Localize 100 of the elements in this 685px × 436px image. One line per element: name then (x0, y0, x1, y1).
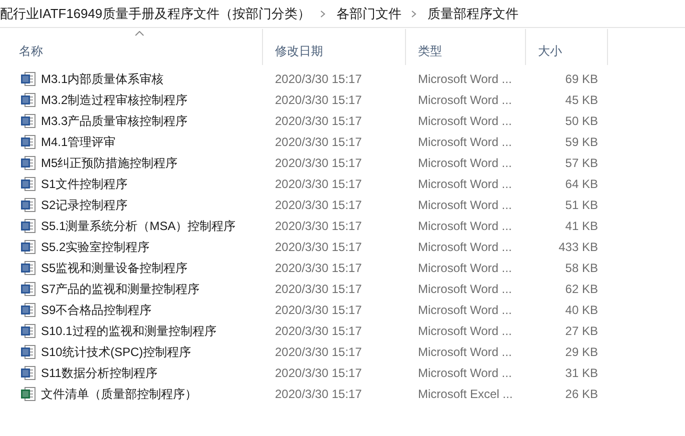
file-name: S5.1测量系统分析（MSA）控制程序 (41, 218, 236, 234)
file-type: Microsoft Word ... (418, 156, 512, 170)
file-type: Microsoft Word ... (418, 240, 512, 254)
file-size: 57 KB (565, 156, 598, 170)
file-name: S10统计技术(SPC)控制程序 (41, 344, 192, 360)
file-size: 26 KB (565, 386, 598, 400)
file-type: Microsoft Word ... (418, 282, 512, 296)
breadcrumb-item[interactable]: 质量部程序文件 (427, 4, 518, 24)
modified-date: 2020/3/30 15:17 (275, 134, 362, 148)
file-size: 62 KB (565, 282, 598, 296)
file-name: S1文件控制程序 (41, 176, 128, 192)
modified-date: 2020/3/30 15:17 (275, 92, 362, 106)
file-size: 50 KB (565, 114, 598, 128)
word-document-icon (20, 238, 36, 254)
file-name: S5.2实验室控制程序 (41, 238, 150, 256)
file-row[interactable]: S11数据分析控制程序 2020/3/30 15:17 Microsoft Word ... 31 KB (7, 362, 685, 383)
file-row[interactable]: S7产品的监视和测量控制程序 2020/3/30 15:17 Microsoft Word ... 62 KB (7, 278, 685, 299)
column-header[interactable]: 名称 (7, 29, 263, 65)
file-size: 51 KB (565, 198, 598, 212)
modified-date: 2020/3/30 15:17 (275, 344, 362, 358)
file-row[interactable]: S10统计技术(SPC)控制程序 2020/3/30 15:17 Microsoft Word ... 29 KB (7, 341, 685, 362)
file-type: Microsoft Word ... (418, 176, 512, 190)
breadcrumb-item[interactable]: 配行业IATF16949质量手册及程序文件（按部门分类） (0, 4, 310, 24)
modified-date: 2020/3/30 15:17 (275, 198, 362, 212)
file-size: 58 KB (565, 260, 598, 274)
file-type: Microsoft Excel ... (418, 386, 513, 400)
file-name: S2记录控制程序 (41, 196, 128, 214)
word-document-icon (20, 322, 36, 338)
file-name: S9不合格品控制程序 (41, 302, 152, 318)
word-document-icon (20, 344, 36, 360)
modified-date: 2020/3/30 15:17 (275, 156, 362, 170)
chevron-right-icon (320, 10, 326, 18)
file-type: Microsoft Word ... (418, 218, 512, 232)
word-document-icon (20, 154, 36, 170)
file-row[interactable]: 文件清单（质量部控制程序） 2020/3/30 15:17 Microsoft Excel ... 26 KB (7, 383, 685, 404)
file-row[interactable]: S1文件控制程序 2020/3/30 15:17 Microsoft Word ... 64 KB (7, 173, 685, 194)
column-header[interactable]: 类型 (406, 29, 526, 65)
file-row[interactable]: M3.3产品质量审核控制程序 2020/3/30 15:17 Microsoft Word ... 50 KB (7, 110, 685, 131)
file-type: Microsoft Word ... (418, 134, 512, 148)
file-row[interactable]: S5.1测量系统分析（MSA）控制程序 2020/3/30 15:17 Microsoft Word ... 41 KB (7, 215, 685, 236)
file-row[interactable]: M3.2制造过程审核控制程序 2020/3/30 15:17 Microsoft Word ... 45 KB (7, 89, 685, 110)
chevron-right-icon (411, 10, 418, 18)
file-size: 27 KB (565, 324, 598, 338)
file-type: Microsoft Word ... (418, 92, 512, 106)
modified-date: 2020/3/30 15:17 (275, 386, 362, 400)
file-name: M3.3产品质量审核控制程序 (41, 112, 188, 130)
word-document-icon (20, 280, 36, 296)
modified-date: 2020/3/30 15:17 (275, 114, 362, 128)
column-header[interactable]: 修改日期 (263, 29, 406, 65)
file-size: 45 KB (565, 92, 598, 106)
word-document-icon (20, 112, 36, 128)
file-name: M5纠正预防措施控制程序 (41, 154, 178, 172)
word-document-icon (20, 196, 36, 212)
file-type: Microsoft Word ... (418, 302, 512, 316)
file-size: 31 KB (565, 366, 598, 380)
modified-date: 2020/3/30 15:17 (275, 240, 362, 254)
file-name: S11数据分析控制程序 (41, 364, 158, 382)
sort-up-icon (134, 31, 144, 36)
word-document-icon (20, 134, 36, 150)
word-document-icon (20, 302, 36, 318)
file-row[interactable]: S10.1过程的监视和测量控制程序 2020/3/30 15:17 Microsoft Word ... 27 KB (7, 320, 685, 341)
file-name: M4.1管理评审 (41, 134, 116, 150)
file-size: 29 KB (565, 344, 598, 358)
file-name: M3.1内部质量体系审核 (41, 70, 164, 88)
file-row[interactable]: M4.1管理评审 2020/3/30 15:17 Microsoft Word ... 59 KB (7, 131, 685, 152)
modified-date: 2020/3/30 15:17 (275, 282, 362, 296)
file-name: S5监视和测量设备控制程序 (41, 260, 188, 276)
word-document-icon (20, 260, 36, 276)
file-row[interactable]: S5.2实验室控制程序 2020/3/30 15:17 Microsoft Word ... 433 KB (7, 236, 685, 257)
word-document-icon (20, 92, 36, 108)
file-row[interactable]: M3.1内部质量体系审核 2020/3/30 15:17 Microsoft Word ... 69 KB (7, 68, 685, 89)
file-size: 433 KB (558, 240, 598, 254)
column-header[interactable]: 大小 (526, 29, 608, 65)
file-name: 文件清单（质量部控制程序） (41, 386, 197, 402)
file-size: 69 KB (565, 72, 598, 86)
word-document-icon (20, 364, 36, 380)
file-row[interactable]: S5监视和测量设备控制程序 2020/3/30 15:17 Microsoft Word ... 58 KB (7, 257, 685, 278)
file-row[interactable]: M5纠正预防措施控制程序 2020/3/30 15:17 Microsoft Word ... 57 KB (7, 152, 685, 173)
file-size: 64 KB (565, 176, 598, 190)
breadcrumb-item[interactable]: 各部门文件 (336, 4, 402, 24)
modified-date: 2020/3/30 15:17 (275, 302, 362, 316)
file-name: S7产品的监视和测量控制程序 (41, 280, 200, 298)
modified-date: 2020/3/30 15:17 (275, 218, 362, 232)
file-size: 59 KB (565, 134, 598, 148)
file-type: Microsoft Word ... (418, 344, 512, 358)
modified-date: 2020/3/30 15:17 (275, 324, 362, 338)
file-row[interactable]: S2记录控制程序 2020/3/30 15:17 Microsoft Word ... 51 KB (7, 194, 685, 215)
word-document-icon (20, 218, 36, 234)
word-document-icon (20, 70, 36, 86)
file-type: Microsoft Word ... (418, 366, 512, 380)
modified-date: 2020/3/30 15:17 (275, 72, 362, 86)
file-size: 40 KB (565, 302, 598, 316)
modified-date: 2020/3/30 15:17 (275, 260, 362, 274)
excel-document-icon (20, 386, 36, 402)
file-name: M3.2制造过程审核控制程序 (41, 92, 188, 108)
file-size: 41 KB (565, 218, 598, 232)
file-type: Microsoft Word ... (418, 260, 512, 274)
file-row[interactable]: S9不合格品控制程序 2020/3/30 15:17 Microsoft Word ... 40 KB (7, 299, 685, 320)
modified-date: 2020/3/30 15:17 (275, 176, 362, 190)
file-type: Microsoft Word ... (418, 114, 512, 128)
